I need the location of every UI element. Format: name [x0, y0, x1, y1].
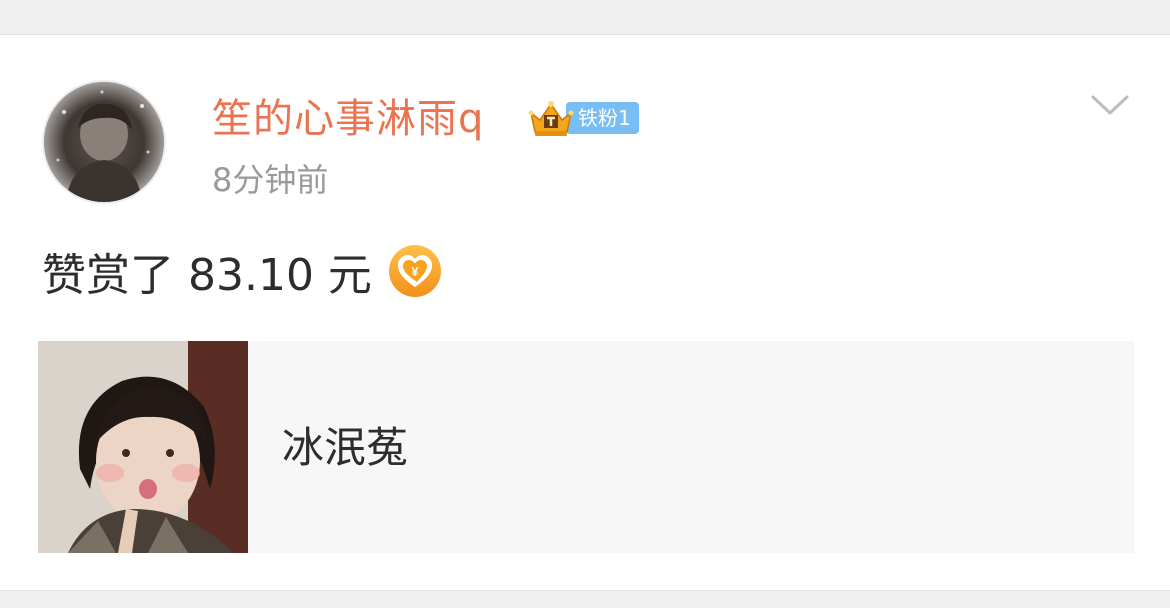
thumbnail-image — [38, 341, 248, 553]
avatar-image — [44, 82, 164, 202]
username[interactable]: 笙的心事淋雨q — [212, 93, 484, 145]
fan-badge[interactable]: 铁粉1 — [528, 98, 639, 138]
post-text: 赞赏了 83.10 元 — [42, 250, 372, 301]
fan-badge-label: 铁粉1 — [566, 102, 639, 134]
crown-icon — [528, 101, 574, 136]
top-divider — [0, 0, 1170, 35]
post-card: 笙的心事淋雨q 铁粉1 8分钟前 赞赏了 83.10 元 ¥ 冰泯菟 — [0, 35, 1170, 590]
chevron-down-icon[interactable] — [1090, 93, 1130, 119]
bottom-divider — [0, 590, 1170, 608]
linked-card[interactable]: 冰泯菟 — [38, 341, 1134, 553]
post-content: 赞赏了 83.10 元 ¥ — [42, 240, 442, 302]
user-avatar[interactable] — [42, 80, 166, 204]
link-card-thumbnail — [38, 341, 248, 553]
post-timestamp: 8分钟前 — [212, 161, 329, 199]
heart-yuan-reward-icon: ¥ — [388, 245, 441, 297]
link-card-title: 冰泯菟 — [282, 423, 409, 472]
svg-text:¥: ¥ — [411, 264, 419, 279]
